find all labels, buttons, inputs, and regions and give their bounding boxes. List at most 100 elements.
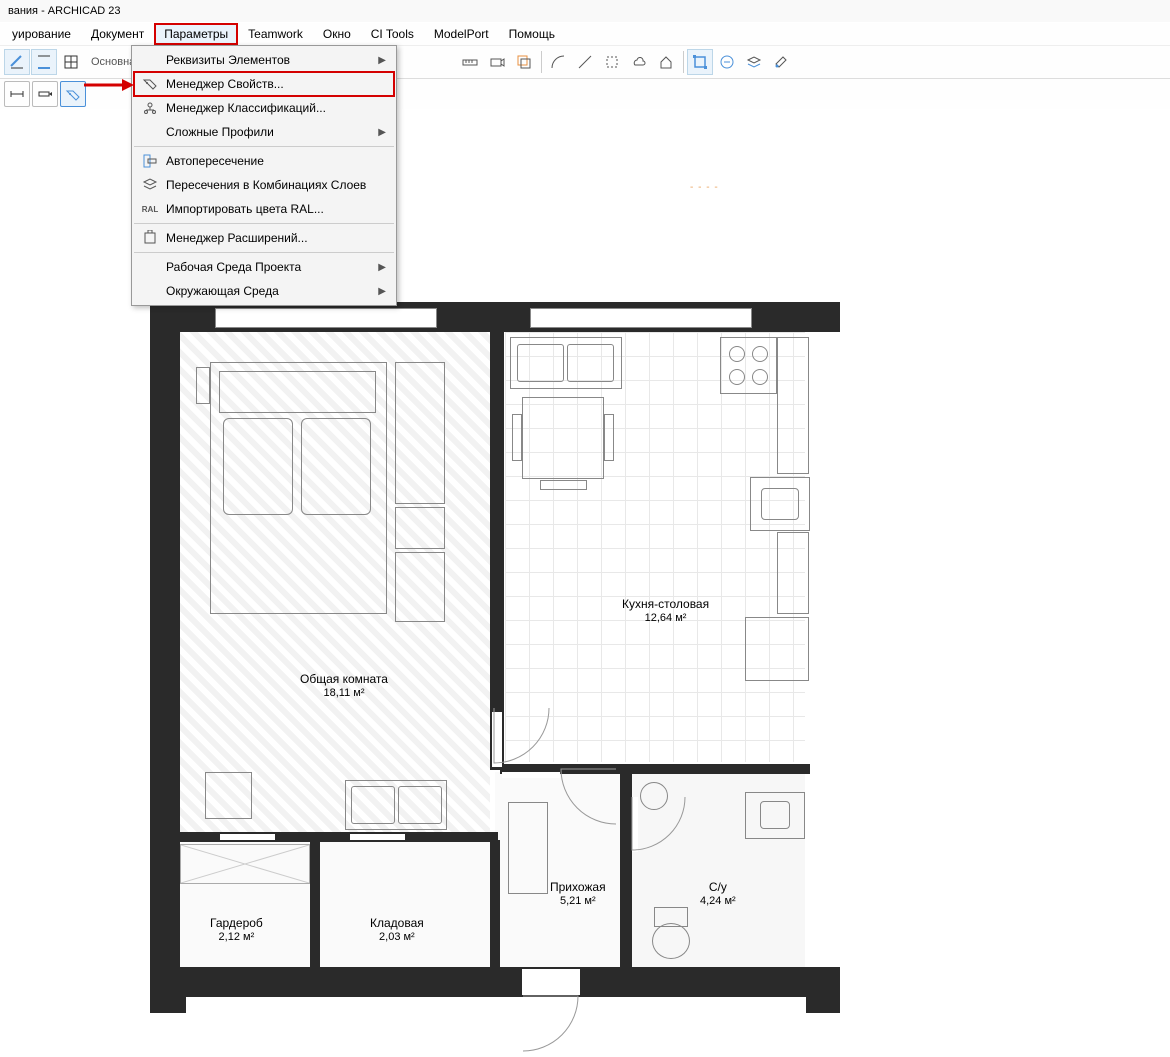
stove xyxy=(720,337,777,394)
menu-document[interactable]: Документ xyxy=(81,23,154,45)
menu-help[interactable]: Помощь xyxy=(499,23,565,45)
menu-item-element-attributes[interactable]: Реквизиты Элементов ▶ xyxy=(134,48,394,72)
chair xyxy=(540,480,587,490)
wall xyxy=(310,840,320,970)
counter xyxy=(777,337,809,474)
door-arc xyxy=(493,707,555,769)
menu-edit[interactable]: уирование xyxy=(2,23,81,45)
menu-separator xyxy=(134,223,394,224)
menu-separator xyxy=(134,146,394,147)
submenu-arrow-icon: ▶ xyxy=(378,127,390,138)
wall xyxy=(806,995,840,1013)
tool-layer-icon[interactable] xyxy=(741,49,767,75)
wall xyxy=(490,330,504,770)
app-title: вания - ARCHICAD 23 xyxy=(8,5,121,17)
menu-item-project-environment[interactable]: Рабочая Среда Проекта ▶ xyxy=(134,255,394,279)
menu-parameters[interactable]: Параметры xyxy=(154,23,238,45)
tool-home-icon[interactable] xyxy=(653,49,679,75)
annotation-arrow-icon xyxy=(84,75,134,95)
title-bar: вания - ARCHICAD 23 xyxy=(0,0,1170,23)
tool-grid-snap[interactable] xyxy=(58,49,84,75)
dining-table xyxy=(522,397,604,479)
door-arc xyxy=(628,796,688,856)
tool-line-icon[interactable] xyxy=(572,49,598,75)
tool-camera-icon[interactable] xyxy=(484,49,510,75)
menu-item-import-ral[interactable]: RAL Импортировать цвета RAL... xyxy=(134,197,394,221)
menu-item-layer-intersections[interactable]: Пересечения в Комбинациях Слоев xyxy=(134,173,394,197)
closet-shelf xyxy=(180,844,310,884)
menu-separator xyxy=(134,252,394,253)
sofa xyxy=(345,780,447,830)
door-opening xyxy=(220,834,275,840)
door-opening xyxy=(502,772,560,778)
tool-dimension-icon[interactable] xyxy=(4,81,30,107)
chair xyxy=(604,414,614,461)
chair xyxy=(512,414,522,461)
tool-constraint-x[interactable] xyxy=(4,49,30,75)
menu-item-extension-manager[interactable]: Менеджер Расширений... xyxy=(134,226,394,250)
nightstand xyxy=(196,367,210,404)
menu-item-auto-intersection[interactable]: Автопересечение xyxy=(134,149,394,173)
washbasin xyxy=(745,792,805,839)
tool-constraint-y[interactable] xyxy=(31,49,57,75)
door-arc xyxy=(560,764,622,826)
submenu-arrow-icon: ▶ xyxy=(378,55,390,66)
wall xyxy=(490,840,500,970)
intersection-icon xyxy=(138,153,162,169)
menu-item-classification-manager[interactable]: Менеджер Классификаций... xyxy=(134,96,394,120)
room-label-kitchen: Кухня-столовая12,64 м² xyxy=(622,597,709,625)
menu-item-complex-profiles[interactable]: Сложные Профили ▶ xyxy=(134,120,394,144)
room-label-living: Общая комната18,11 м² xyxy=(300,672,388,700)
tool-suspend-icon[interactable] xyxy=(714,49,740,75)
fridge xyxy=(745,617,809,681)
layers-icon xyxy=(138,177,162,193)
menu-item-environment[interactable]: Окружающая Среда ▶ xyxy=(134,279,394,303)
entrance-door xyxy=(522,969,580,995)
tool-arc-icon[interactable] xyxy=(545,49,571,75)
tool-paint-icon[interactable] xyxy=(768,49,794,75)
armchair xyxy=(205,772,252,819)
window xyxy=(530,308,752,328)
nightstand xyxy=(395,507,445,549)
parameters-dropdown: Реквизиты Элементов ▶ Менеджер Свойств..… xyxy=(131,45,397,306)
tool-marquee-icon[interactable] xyxy=(687,49,713,75)
dresser xyxy=(395,552,445,622)
bed xyxy=(210,362,387,614)
room-label-hall: Прихожая5,21 м² xyxy=(550,880,606,908)
submenu-arrow-icon: ▶ xyxy=(378,286,390,297)
tag-icon xyxy=(138,76,162,92)
sink xyxy=(750,477,810,531)
toolbar-separator xyxy=(683,51,684,73)
submenu-arrow-icon: ▶ xyxy=(378,262,390,273)
door-arc xyxy=(522,995,584,1057)
menu-citools[interactable]: CI Tools xyxy=(361,23,424,45)
door-opening xyxy=(350,834,405,840)
extension-icon xyxy=(138,230,162,246)
wall xyxy=(150,967,840,997)
menu-teamwork[interactable]: Teamwork xyxy=(238,23,313,45)
tool-tag-icon[interactable] xyxy=(60,81,86,107)
counter xyxy=(777,532,809,614)
cabinet xyxy=(508,802,548,894)
menu-bar: уирование Документ Параметры Teamwork Ок… xyxy=(0,23,1170,46)
toilet xyxy=(650,907,690,959)
floor-storage xyxy=(320,842,490,967)
ral-icon: RAL xyxy=(138,205,162,214)
menu-item-property-manager[interactable]: Менеджер Свойств... xyxy=(134,72,394,96)
menu-window[interactable]: Окно xyxy=(313,23,361,45)
tool-select-icon[interactable] xyxy=(599,49,625,75)
toolbar-separator xyxy=(541,51,542,73)
classification-icon xyxy=(138,100,162,116)
tool-ruler-icon[interactable] xyxy=(457,49,483,75)
wardrobe-furniture xyxy=(395,362,445,504)
tool-cloud-icon[interactable] xyxy=(626,49,652,75)
sofa xyxy=(510,337,622,389)
wall xyxy=(150,995,186,1013)
menu-modelport[interactable]: ModelPort xyxy=(424,23,499,45)
tool-trace-icon[interactable] xyxy=(511,49,537,75)
room-label-wc: С/у4,24 м² xyxy=(700,880,736,908)
origin-marker: - - - - xyxy=(690,182,719,193)
window xyxy=(215,308,437,328)
wall xyxy=(150,302,180,997)
tool-pointer-icon[interactable] xyxy=(32,81,58,107)
